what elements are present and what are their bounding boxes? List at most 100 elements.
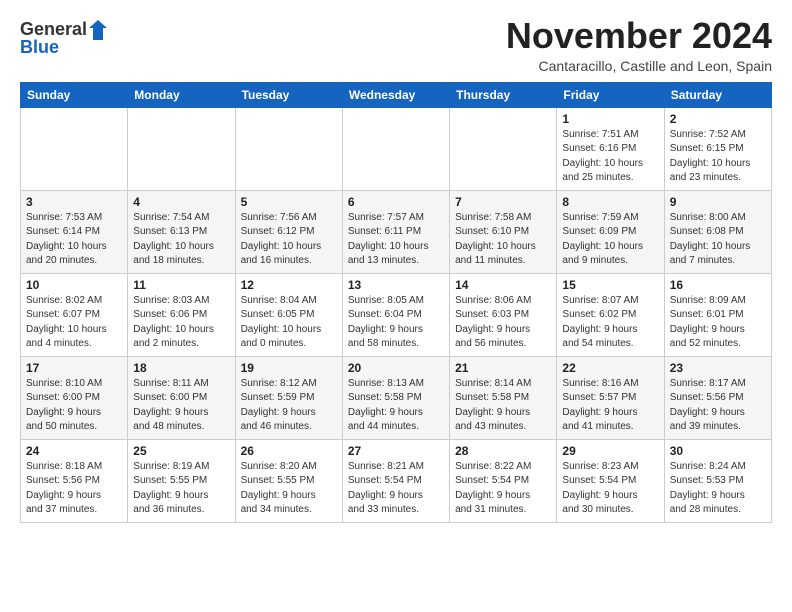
header-row: SundayMondayTuesdayWednesdayThursdayFrid… (21, 82, 772, 107)
day-number: 4 (133, 195, 229, 209)
day-number: 14 (455, 278, 551, 292)
calendar-cell (128, 107, 235, 190)
day-number: 18 (133, 361, 229, 375)
day-number: 11 (133, 278, 229, 292)
calendar-cell: 15 Sunrise: 8:07 AM Sunset: 6:02 PM Dayli… (557, 273, 664, 356)
calendar-cell: 18 Sunrise: 8:11 AM Sunset: 6:00 PM Dayli… (128, 356, 235, 439)
calendar-cell: 24 Sunrise: 8:18 AM Sunset: 5:56 PM Dayli… (21, 439, 128, 522)
calendar-cell: 9 Sunrise: 8:00 AM Sunset: 6:08 PM Daylig… (664, 190, 771, 273)
calendar-table: SundayMondayTuesdayWednesdayThursdayFrid… (20, 82, 772, 523)
day-info: Sunrise: 8:09 AM Sunset: 6:01 PM Dayligh… (670, 294, 766, 352)
day-number: 5 (241, 195, 337, 209)
calendar-cell: 7 Sunrise: 7:58 AM Sunset: 6:10 PM Daylig… (450, 190, 557, 273)
calendar-cell: 22Sunrise: 8:16 AM Sunset: 5:57 PM Dayli… (557, 356, 664, 439)
calendar-cell: 14 Sunrise: 8:06 AM Sunset: 6:03 PM Dayli… (450, 273, 557, 356)
calendar-week-row: 10 Sunrise: 8:02 AM Sunset: 6:07 PM Dayli… (21, 273, 772, 356)
day-number: 6 (348, 195, 444, 209)
calendar-cell: 12 Sunrise: 8:04 AM Sunset: 6:05 PM Dayli… (235, 273, 342, 356)
day-number: 23 (670, 361, 766, 375)
day-number: 8 (562, 195, 658, 209)
day-info: Sunrise: 8:19 AM Sunset: 5:55 PM Dayligh… (133, 460, 229, 518)
title-block: November 2024 Cantaracillo, Castille and… (506, 16, 772, 74)
logo-blue: Blue (20, 38, 107, 58)
header: General Blue November 2024 Cantaracillo,… (20, 16, 772, 74)
calendar-cell: 23 Sunrise: 8:17 AM Sunset: 5:56 PM Dayli… (664, 356, 771, 439)
day-info: Sunrise: 8:23 AM Sunset: 5:54 PM Dayligh… (562, 460, 658, 518)
day-number: 2 (670, 112, 766, 126)
day-info: Sunrise: 8:12 AM Sunset: 5:59 PM Dayligh… (241, 377, 337, 435)
day-number: 30 (670, 444, 766, 458)
calendar-cell: 10 Sunrise: 8:02 AM Sunset: 6:07 PM Dayli… (21, 273, 128, 356)
calendar-week-row: 1Sunrise: 7:51 AM Sunset: 6:16 PM Daylig… (21, 107, 772, 190)
weekday-header: Saturday (664, 82, 771, 107)
day-number: 15 (562, 278, 658, 292)
weekday-header: Friday (557, 82, 664, 107)
weekday-header: Thursday (450, 82, 557, 107)
day-info: Sunrise: 8:00 AM Sunset: 6:08 PM Dayligh… (670, 211, 766, 269)
calendar-cell (21, 107, 128, 190)
day-info: Sunrise: 7:59 AM Sunset: 6:09 PM Dayligh… (562, 211, 658, 269)
day-info: Sunrise: 7:52 AM Sunset: 6:15 PM Dayligh… (670, 128, 766, 186)
day-info: Sunrise: 8:17 AM Sunset: 5:56 PM Dayligh… (670, 377, 766, 435)
day-info: Sunrise: 8:20 AM Sunset: 5:55 PM Dayligh… (241, 460, 337, 518)
calendar-cell: 21 Sunrise: 8:14 AM Sunset: 5:58 PM Dayli… (450, 356, 557, 439)
day-info: Sunrise: 7:58 AM Sunset: 6:10 PM Dayligh… (455, 211, 551, 269)
calendar-cell: 1Sunrise: 7:51 AM Sunset: 6:16 PM Daylig… (557, 107, 664, 190)
weekday-header: Monday (128, 82, 235, 107)
calendar-cell: 19 Sunrise: 8:12 AM Sunset: 5:59 PM Dayli… (235, 356, 342, 439)
day-number: 28 (455, 444, 551, 458)
day-number: 12 (241, 278, 337, 292)
page: General Blue November 2024 Cantaracillo,… (0, 0, 792, 533)
calendar-cell: 25 Sunrise: 8:19 AM Sunset: 5:55 PM Dayli… (128, 439, 235, 522)
calendar-cell: 16 Sunrise: 8:09 AM Sunset: 6:01 PM Dayli… (664, 273, 771, 356)
logo-icon (89, 20, 107, 40)
day-info: Sunrise: 8:05 AM Sunset: 6:04 PM Dayligh… (348, 294, 444, 352)
day-number: 19 (241, 361, 337, 375)
day-info: Sunrise: 8:22 AM Sunset: 5:54 PM Dayligh… (455, 460, 551, 518)
day-info: Sunrise: 7:54 AM Sunset: 6:13 PM Dayligh… (133, 211, 229, 269)
day-number: 27 (348, 444, 444, 458)
day-number: 25 (133, 444, 229, 458)
calendar-cell: 3 Sunrise: 7:53 AM Sunset: 6:14 PM Daylig… (21, 190, 128, 273)
day-number: 21 (455, 361, 551, 375)
day-number: 3 (26, 195, 122, 209)
day-info: Sunrise: 8:18 AM Sunset: 5:56 PM Dayligh… (26, 460, 122, 518)
calendar-cell: 28 Sunrise: 8:22 AM Sunset: 5:54 PM Dayli… (450, 439, 557, 522)
weekday-header: Sunday (21, 82, 128, 107)
day-number: 9 (670, 195, 766, 209)
calendar-cell: 30 Sunrise: 8:24 AM Sunset: 5:53 PM Dayli… (664, 439, 771, 522)
calendar-cell (342, 107, 449, 190)
location-subtitle: Cantaracillo, Castille and Leon, Spain (506, 58, 772, 74)
day-number: 7 (455, 195, 551, 209)
day-info: Sunrise: 8:10 AM Sunset: 6:00 PM Dayligh… (26, 377, 122, 435)
day-info: Sunrise: 8:21 AM Sunset: 5:54 PM Dayligh… (348, 460, 444, 518)
day-info: Sunrise: 8:03 AM Sunset: 6:06 PM Dayligh… (133, 294, 229, 352)
day-info: Sunrise: 8:04 AM Sunset: 6:05 PM Dayligh… (241, 294, 337, 352)
day-info: Sunrise: 8:24 AM Sunset: 5:53 PM Dayligh… (670, 460, 766, 518)
day-number: 10 (26, 278, 122, 292)
day-info: Sunrise: 8:14 AM Sunset: 5:58 PM Dayligh… (455, 377, 551, 435)
logo: General Blue (20, 20, 107, 58)
calendar-week-row: 24 Sunrise: 8:18 AM Sunset: 5:56 PM Dayli… (21, 439, 772, 522)
day-info: Sunrise: 7:57 AM Sunset: 6:11 PM Dayligh… (348, 211, 444, 269)
calendar-cell: 29Sunrise: 8:23 AM Sunset: 5:54 PM Dayli… (557, 439, 664, 522)
day-info: Sunrise: 8:11 AM Sunset: 6:00 PM Dayligh… (133, 377, 229, 435)
month-title: November 2024 (506, 16, 772, 56)
day-number: 16 (670, 278, 766, 292)
calendar-cell (235, 107, 342, 190)
day-number: 17 (26, 361, 122, 375)
day-info: Sunrise: 8:13 AM Sunset: 5:58 PM Dayligh… (348, 377, 444, 435)
calendar-cell (450, 107, 557, 190)
day-info: Sunrise: 8:07 AM Sunset: 6:02 PM Dayligh… (562, 294, 658, 352)
day-info: Sunrise: 8:02 AM Sunset: 6:07 PM Dayligh… (26, 294, 122, 352)
day-number: 22 (562, 361, 658, 375)
day-info: Sunrise: 7:51 AM Sunset: 6:16 PM Dayligh… (562, 128, 658, 186)
weekday-header: Wednesday (342, 82, 449, 107)
day-info: Sunrise: 8:06 AM Sunset: 6:03 PM Dayligh… (455, 294, 551, 352)
calendar-cell: 6 Sunrise: 7:57 AM Sunset: 6:11 PM Daylig… (342, 190, 449, 273)
day-number: 24 (26, 444, 122, 458)
day-info: Sunrise: 7:53 AM Sunset: 6:14 PM Dayligh… (26, 211, 122, 269)
calendar-week-row: 3 Sunrise: 7:53 AM Sunset: 6:14 PM Daylig… (21, 190, 772, 273)
day-number: 26 (241, 444, 337, 458)
calendar-cell: 26 Sunrise: 8:20 AM Sunset: 5:55 PM Dayli… (235, 439, 342, 522)
